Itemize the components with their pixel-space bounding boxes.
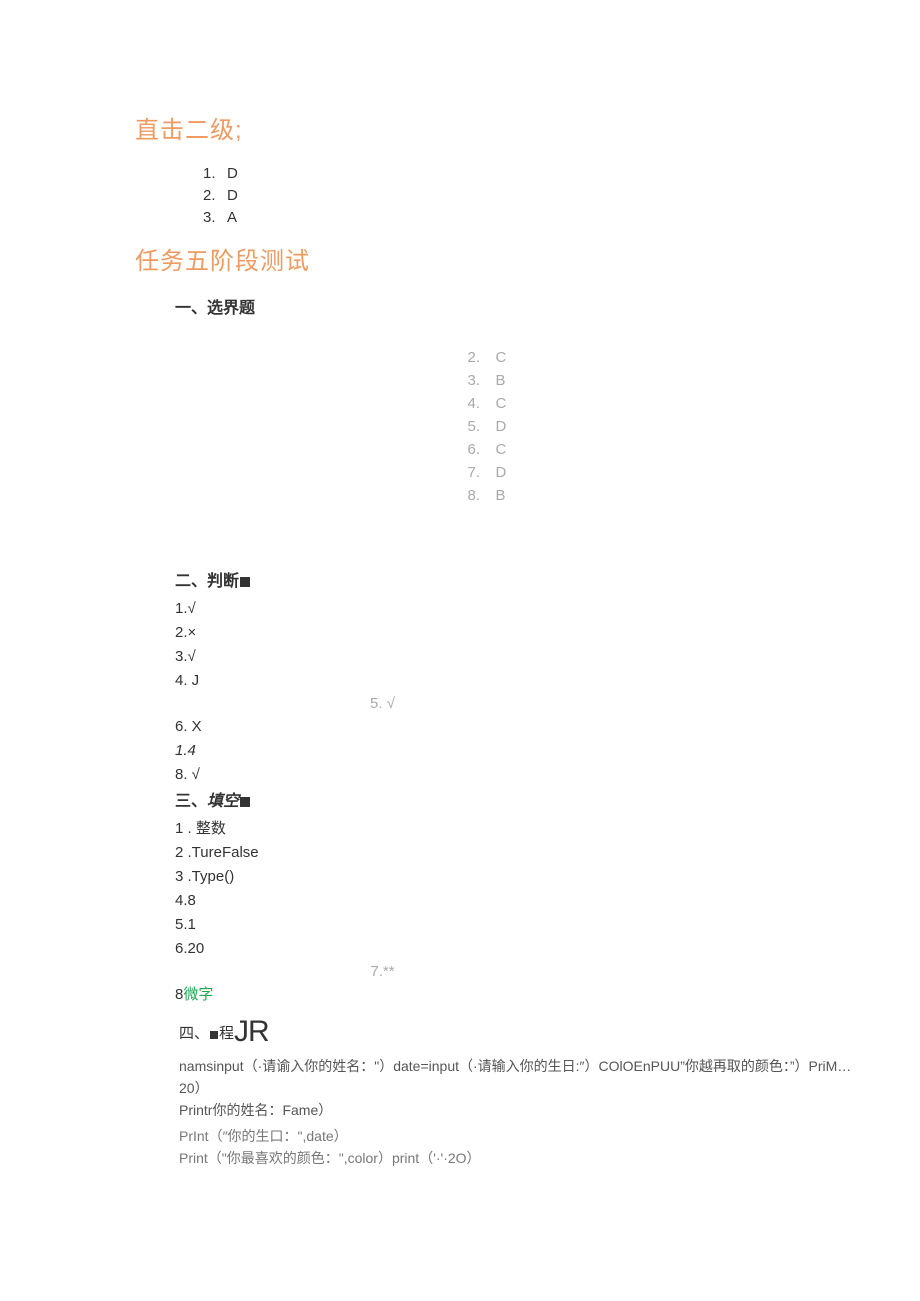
fill-line: 4.8 bbox=[175, 889, 870, 913]
square-icon bbox=[240, 577, 250, 587]
part1-label: 一、选界题 bbox=[175, 294, 870, 318]
code-line: Printr你的姓名：Fame） bbox=[179, 1099, 870, 1121]
code-line: PrInt（″你的生口：",date） bbox=[179, 1125, 870, 1147]
answer-row: 8.B bbox=[468, 484, 538, 507]
fill-line: 8微字 bbox=[175, 983, 870, 1007]
answer-row: 5.D bbox=[468, 415, 538, 438]
judge-line-center: 5. √ bbox=[15, 693, 750, 715]
judge-line: 1.4 bbox=[175, 739, 870, 763]
fill-line: 5.1 bbox=[175, 913, 870, 937]
part2-label: 二、判断 bbox=[175, 567, 870, 591]
section1-title: 直击二级; bbox=[135, 110, 870, 145]
square-icon bbox=[210, 1031, 218, 1039]
judge-line: 2.× bbox=[175, 621, 870, 645]
answer-row: 2.C bbox=[468, 346, 538, 369]
answer-row: 3.B bbox=[468, 369, 538, 392]
answer-row: 6.C bbox=[468, 438, 538, 461]
list-item: 2.D bbox=[203, 185, 870, 207]
square-icon bbox=[240, 797, 250, 807]
section2-title: 任务五阶段测试 bbox=[135, 241, 870, 276]
fill-line: 2 .TureFalse bbox=[175, 841, 870, 865]
part2-block: 二、判断 1.√ 2.× 3.√ 4. J bbox=[175, 567, 870, 693]
answer-row: 7.D bbox=[468, 461, 538, 484]
judge-line: 4. J bbox=[175, 669, 870, 693]
part1-answers: 2.C 3.B 4.C 5.D 6.C 7.D 8.B bbox=[468, 346, 538, 507]
judge-line: 1.√ bbox=[175, 597, 870, 621]
judge-line: 8. √ bbox=[175, 763, 870, 787]
fill-line-center: 7.** bbox=[15, 961, 750, 983]
part4-body: namsinput（·请谕入你的姓名："）date=input（·请输入你的生日… bbox=[179, 1055, 870, 1169]
section1-list: 1.D 2.D 3.A bbox=[135, 163, 870, 229]
fill-line: 6.20 bbox=[175, 937, 870, 961]
code-line: Print（"你最喜欢的颜色：",color）print（'·'·2O） bbox=[179, 1147, 870, 1169]
part2-block-cont: 6. X 1.4 8. √ bbox=[175, 715, 870, 787]
part4-label: 四、程JR bbox=[179, 1015, 870, 1049]
fill-line: 1 . 整数 bbox=[175, 817, 870, 841]
code-line: namsinput（·请谕入你的姓名："）date=input（·请输入你的生日… bbox=[179, 1055, 870, 1099]
fill-line: 3 .Type() bbox=[175, 865, 870, 889]
part3-block-cont: 8微字 bbox=[175, 983, 870, 1007]
part3-block: 三、填空 1 . 整数 2 .TureFalse 3 .Type() 4.8 5… bbox=[175, 787, 870, 961]
answer-row: 4.C bbox=[468, 392, 538, 415]
part3-label: 三、填空 bbox=[175, 787, 870, 811]
judge-line: 3.√ bbox=[175, 645, 870, 669]
list-item: 3.A bbox=[203, 207, 870, 229]
list-item: 1.D bbox=[203, 163, 870, 185]
green-text: 微字 bbox=[183, 986, 213, 1003]
judge-line: 6. X bbox=[175, 715, 870, 739]
